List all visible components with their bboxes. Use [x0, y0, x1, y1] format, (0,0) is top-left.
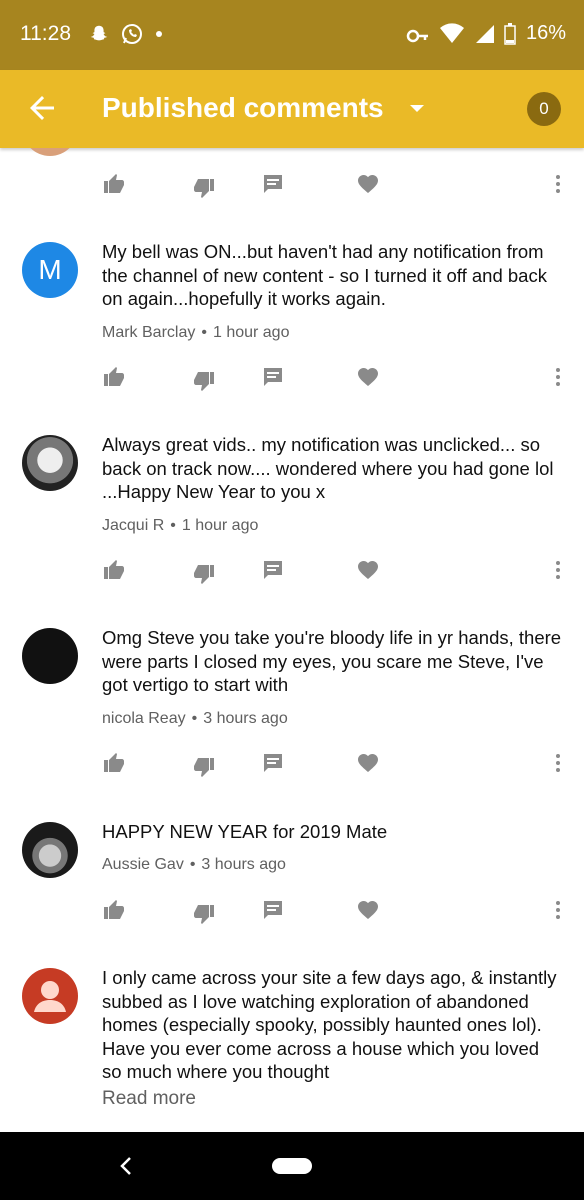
wifi-icon [439, 22, 464, 43]
comment-author[interactable]: Jacqui R [102, 517, 164, 534]
dot-icon [156, 31, 162, 37]
comment-actions [0, 164, 584, 204]
comment-text: My bell was ON...but haven't had any not… [102, 241, 547, 309]
reply-icon[interactable] [261, 558, 285, 582]
more-options-icon[interactable] [546, 172, 570, 196]
like-icon[interactable] [102, 898, 126, 922]
notification-icons [88, 22, 164, 46]
vpn-key-icon [406, 29, 428, 42]
person-icon [34, 981, 66, 1012]
heart-icon[interactable] [356, 365, 380, 389]
like-icon[interactable] [102, 751, 126, 775]
comment-author[interactable]: Mark Barclay [102, 324, 195, 341]
whatsapp-icon [122, 24, 142, 44]
comment-text: Omg Steve you take you're bloody life in… [102, 627, 562, 695]
comment-meta: nicola Reay • 3 hours ago [102, 710, 288, 727]
comment-count-badge: 0 [527, 92, 561, 126]
app-bar: Published comments 0 [0, 70, 584, 148]
comment-meta: Jacqui R • 1 hour ago [102, 517, 259, 534]
read-more-link[interactable]: Read more [102, 1088, 196, 1110]
avatar[interactable] [22, 628, 78, 684]
back-arrow-icon[interactable] [24, 90, 60, 126]
battery-icon [504, 22, 516, 45]
comment-time: 3 hours ago [203, 710, 288, 727]
reply-icon[interactable] [261, 172, 285, 196]
dropdown-caret-icon[interactable] [405, 96, 429, 120]
dislike-icon[interactable] [192, 902, 216, 926]
avatar[interactable] [22, 822, 78, 878]
more-options-icon[interactable] [546, 751, 570, 775]
more-options-icon[interactable] [546, 365, 570, 389]
comment-time: 1 hour ago [212, 324, 290, 341]
snapchat-icon [90, 25, 108, 41]
comment-meta: Mark Barclay • 1 hour ago [102, 324, 290, 341]
comment-actions [0, 550, 584, 590]
system-icons: 16% [406, 22, 566, 45]
like-icon[interactable] [102, 365, 126, 389]
comment-time: 1 hour ago [181, 517, 259, 534]
avatar[interactable] [22, 435, 78, 491]
reply-icon[interactable] [261, 751, 285, 775]
comment-meta: Aussie Gav • 3 hours ago [102, 856, 286, 873]
nav-back-icon[interactable] [116, 1152, 136, 1180]
comment-text: HAPPY NEW YEAR for 2019 Mate [102, 821, 388, 842]
more-options-icon[interactable] [546, 898, 570, 922]
default-avatar-icon[interactable] [22, 968, 78, 1024]
dislike-icon[interactable] [192, 176, 216, 200]
heart-icon[interactable] [356, 898, 380, 922]
like-icon[interactable] [102, 558, 126, 582]
heart-icon[interactable] [356, 751, 380, 775]
avatar[interactable]: M [22, 242, 78, 298]
cell-signal-icon [475, 24, 494, 43]
comment-text: I only came across your site a few days … [102, 967, 557, 1082]
heart-icon[interactable] [356, 558, 380, 582]
nav-home-pill[interactable] [272, 1158, 312, 1174]
system-nav-bar [0, 1132, 584, 1200]
more-options-icon[interactable] [546, 558, 570, 582]
comment-text: Always great vids.. my notification was … [102, 434, 554, 502]
comment-actions [0, 743, 584, 783]
like-icon[interactable] [102, 172, 126, 196]
dislike-icon[interactable] [192, 755, 216, 779]
dislike-icon[interactable] [192, 369, 216, 393]
comment-author[interactable]: Aussie Gav [102, 856, 184, 873]
status-bar: 11:28 16% [0, 0, 584, 70]
comments-list: M My bell was ON...but haven't had any n… [0, 148, 584, 1132]
dislike-icon[interactable] [192, 562, 216, 586]
reply-icon[interactable] [261, 365, 285, 389]
comment-actions [0, 890, 584, 930]
comment-time: 3 hours ago [201, 856, 286, 873]
battery-percent: 16% [525, 22, 566, 44]
status-time: 11:28 [20, 22, 71, 45]
comment-actions [0, 357, 584, 397]
page-title[interactable]: Published comments [102, 92, 384, 124]
avatar [22, 148, 78, 156]
comment-author[interactable]: nicola Reay [102, 710, 186, 727]
heart-icon[interactable] [356, 172, 380, 196]
reply-icon[interactable] [261, 898, 285, 922]
